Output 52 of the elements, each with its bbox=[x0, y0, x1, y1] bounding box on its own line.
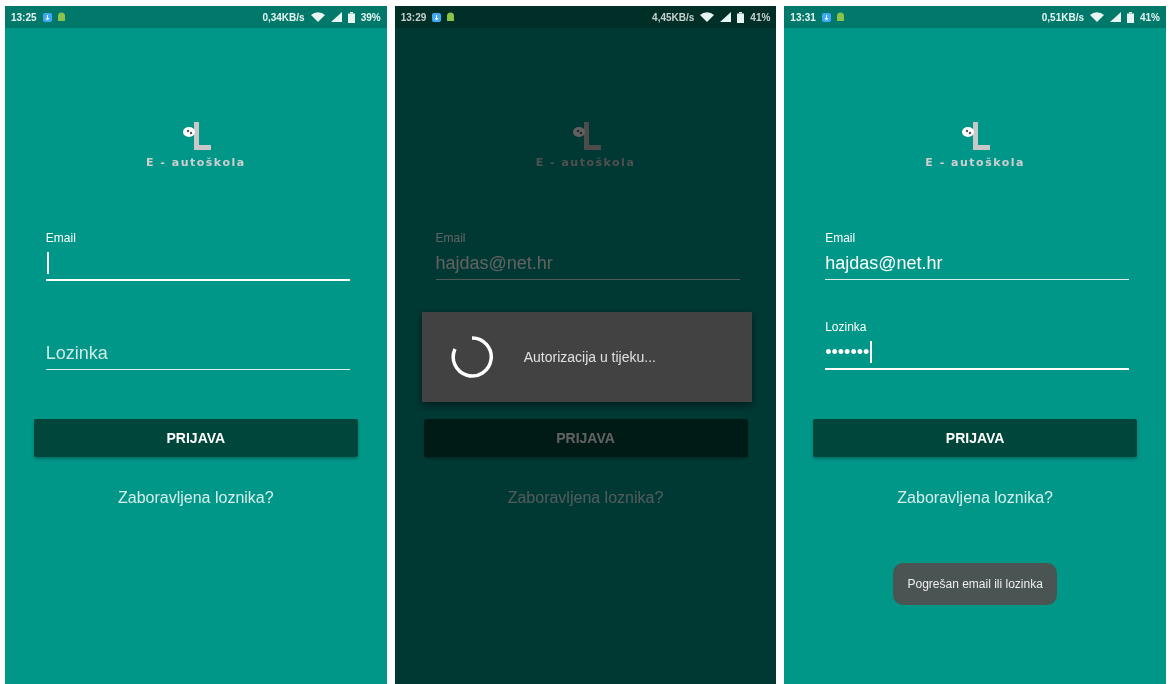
logo-text: E - autoškola bbox=[925, 156, 1025, 169]
wifi-icon bbox=[310, 12, 325, 22]
android-icon bbox=[447, 12, 455, 22]
login-button[interactable]: PRIJAVA bbox=[33, 419, 358, 457]
forgot-password-link[interactable]: Zaboravljena loznika? bbox=[118, 489, 274, 507]
wifi-icon bbox=[700, 12, 715, 22]
wifi-icon bbox=[1090, 12, 1104, 22]
network-speed: 0,34KB/s bbox=[262, 11, 305, 23]
field-placeholder: Lozinka bbox=[45, 342, 108, 364]
battery-icon bbox=[1127, 11, 1134, 23]
loading-spinner-icon bbox=[449, 335, 494, 379]
field-label: Email bbox=[825, 231, 856, 245]
input-field[interactable]: Lozinka bbox=[45, 311, 350, 370]
forgot-password-link[interactable]: Zaboravljena loznika? bbox=[507, 489, 664, 507]
notification-icon bbox=[432, 12, 442, 22]
android-icon bbox=[836, 12, 844, 22]
text-cursor bbox=[870, 341, 873, 363]
field-value: hajdas@net.hr bbox=[435, 252, 553, 274]
input-field[interactable]: Lozinka ••••••• bbox=[825, 310, 1130, 370]
field-value: hajdas@net.hr bbox=[825, 252, 943, 274]
network-speed: 0,51KB/s bbox=[1041, 11, 1084, 23]
toast-message: Pogrešan email ili lozinka bbox=[893, 563, 1057, 605]
signal-icon bbox=[330, 12, 342, 22]
login-button[interactable]: PRIJAVA bbox=[423, 419, 748, 457]
signal-icon bbox=[720, 12, 732, 22]
android-icon bbox=[57, 12, 65, 22]
status-time: 13:29 bbox=[400, 11, 427, 23]
battery-icon bbox=[347, 11, 355, 23]
input-field[interactable]: Email hajdas@net.hr bbox=[825, 221, 1130, 280]
notification-icon bbox=[42, 12, 52, 22]
login-button[interactable]: PRIJAVA bbox=[813, 419, 1138, 457]
battery-percent: 39% bbox=[360, 11, 381, 23]
battery-icon bbox=[737, 11, 745, 23]
logo-text: E - autoškola bbox=[146, 156, 246, 169]
signal-icon bbox=[1110, 12, 1121, 22]
logo-text: E - autoškola bbox=[535, 156, 636, 169]
notification-icon bbox=[821, 12, 831, 22]
field-label: Email bbox=[435, 231, 466, 245]
forgot-password-link[interactable]: Zaboravljena loznika? bbox=[897, 489, 1053, 507]
field-label: Lozinka bbox=[825, 320, 867, 334]
status-time: 13:25 bbox=[11, 11, 37, 23]
battery-percent: 41% bbox=[750, 11, 771, 23]
dialog-message: Autorizacija u tijeku... bbox=[523, 349, 656, 365]
status-time: 13:31 bbox=[790, 11, 816, 23]
text-cursor bbox=[46, 252, 49, 274]
network-speed: 4,45KB/s bbox=[652, 11, 695, 23]
logo-icon bbox=[959, 120, 992, 152]
field-value: ••••••• bbox=[825, 341, 870, 363]
input-field[interactable]: Email bbox=[45, 221, 350, 281]
battery-percent: 41% bbox=[1140, 11, 1160, 23]
input-field[interactable]: Email hajdas@net.hr bbox=[435, 221, 740, 280]
field-label: Email bbox=[45, 231, 76, 245]
